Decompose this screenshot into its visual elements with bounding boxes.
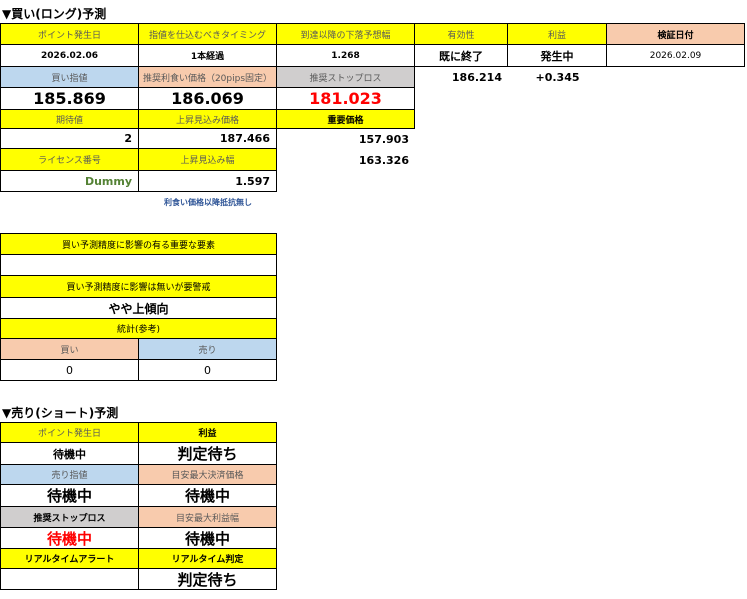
timing-header: 指値を仕込むべきタイミング xyxy=(139,23,277,45)
threshold-header: 到達以降の下落予想幅 xyxy=(277,23,415,45)
sell-point-date-value: 待機中 xyxy=(0,443,139,465)
sell-limit-header: 売り指値 xyxy=(0,465,139,485)
verify-date-header: 検証日付 xyxy=(607,23,745,45)
max-settle-header: 目安最大決済価格 xyxy=(139,465,277,485)
current-price-value: 186.214 xyxy=(451,71,502,84)
buy-section-title: ▼買い(ロング)予測 xyxy=(2,6,107,21)
buy-limit-header: 買い指値 xyxy=(0,67,139,88)
current-profit-value: +0.345 xyxy=(535,71,580,84)
profit-status-value: 発生中 xyxy=(508,45,607,67)
rise-width-header: 上昇見込み幅 xyxy=(139,149,277,171)
realtime-alert-header: リアルタイムアラート xyxy=(0,549,139,569)
buy-limit-value: 185.869 xyxy=(0,88,139,110)
threshold-value: 1.268 xyxy=(277,45,415,67)
stats-sell-count: 0 xyxy=(139,360,277,381)
stats-buy-header: 買い xyxy=(0,339,139,360)
important-price-1: 157.903 xyxy=(358,132,409,146)
recommended-sl-header: 推奨ストップロス xyxy=(277,67,415,88)
realtime-judge-header: リアルタイム判定 xyxy=(139,549,277,569)
license-value: Dummy xyxy=(0,171,139,192)
sell-profit-header: 利益 xyxy=(139,422,277,443)
recommended-tp-header: 推奨利食い価格（20pips固定） xyxy=(139,67,277,88)
stats-buy-count: 0 xyxy=(0,360,139,381)
max-profit-header: 目安最大利益幅 xyxy=(139,507,277,528)
point-date-value: 2026.02.06 xyxy=(0,45,139,67)
validity-value: 既に終了 xyxy=(415,45,508,67)
sell-section-title: ▼売り(ショート)予測 xyxy=(2,405,119,420)
sell-profit-value: 判定待ち xyxy=(139,443,277,465)
max-profit-value: 待機中 xyxy=(139,528,277,549)
validity-header: 有効性 xyxy=(415,23,508,45)
sell-sl-value: 待機中 xyxy=(0,528,139,549)
important-price-header: 重要価格 xyxy=(277,110,415,129)
important-factor-value xyxy=(0,255,277,276)
rise-price-value: 187.466 xyxy=(139,129,277,149)
sell-limit-value: 待機中 xyxy=(0,485,139,507)
sell-point-date-header: ポイント発生日 xyxy=(0,422,139,443)
license-header: ライセンス番号 xyxy=(0,149,139,171)
resistance-note: 利食い価格以降抵抗無し xyxy=(164,197,252,207)
realtime-judge-value: 判定待ち xyxy=(139,569,277,590)
sell-sl-header: 推奨ストップロス xyxy=(0,507,139,528)
verify-date-value: 2026.02.09 xyxy=(607,45,745,67)
stats-sell-header: 売り xyxy=(139,339,277,360)
caution-factor-label: 買い予測精度に影響は無いが要警戒 xyxy=(0,276,277,298)
recommended-sl-value: 181.023 xyxy=(277,88,415,110)
important-price-2: 163.326 xyxy=(358,153,409,167)
recommended-tp-value: 186.069 xyxy=(139,88,277,110)
rise-width-value: 1.597 xyxy=(139,171,277,192)
rise-price-header: 上昇見込み価格 xyxy=(139,110,277,129)
timing-value: 1本経過 xyxy=(139,45,277,67)
expected-value: 2 xyxy=(0,129,139,149)
expected-header: 期待値 xyxy=(0,110,139,129)
max-settle-value: 待機中 xyxy=(139,485,277,507)
caution-factor-value: やや上傾向 xyxy=(0,298,277,319)
important-factor-label: 買い予測精度に影響の有る重要な要素 xyxy=(0,233,277,255)
profit-header: 利益 xyxy=(508,23,607,45)
stats-label: 統計(参考) xyxy=(0,319,277,339)
point-date-header: ポイント発生日 xyxy=(0,23,139,45)
realtime-alert-value xyxy=(0,569,139,590)
